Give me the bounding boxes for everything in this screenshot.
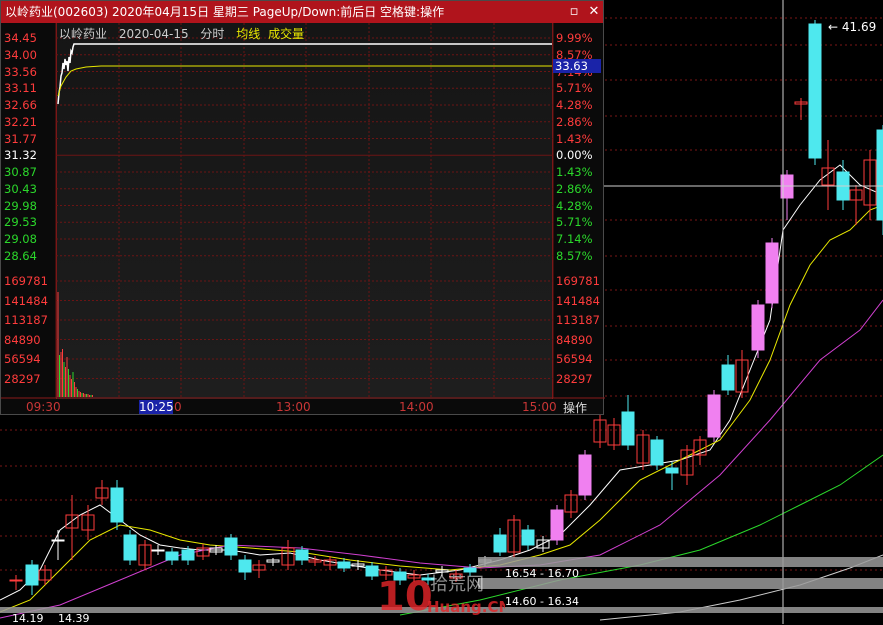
header-date: 2020-04-15 bbox=[118, 27, 189, 41]
kline-min-label-2: 14.39 bbox=[58, 612, 90, 625]
kline-candle bbox=[650, 439, 664, 466]
kline-candle bbox=[238, 559, 252, 573]
intraday-chart bbox=[1, 23, 605, 399]
kline-max-label: ← 41.69 bbox=[828, 20, 877, 34]
time-label-tick: 0 bbox=[174, 400, 182, 414]
operate-button[interactable]: 操作 bbox=[563, 399, 587, 416]
pct-label: 1.43% bbox=[556, 165, 593, 179]
kline-min-label-1: 14.19 bbox=[12, 612, 44, 625]
kline-candle bbox=[165, 551, 179, 561]
price-label: 33.11 bbox=[4, 81, 37, 96]
kline-candle bbox=[9, 579, 23, 582]
volume-label-right: 141484 bbox=[556, 293, 600, 308]
ma-value-label-2: 14.60 - 16.34 bbox=[505, 595, 579, 608]
volume-label: 84890 bbox=[4, 332, 41, 347]
kline-candle bbox=[123, 534, 137, 561]
price-label: 30.87 bbox=[4, 165, 37, 179]
pct-label: 2.86% bbox=[556, 114, 593, 129]
volume-label: 28297 bbox=[4, 371, 41, 386]
watermark-en: Huang.CN bbox=[427, 598, 505, 616]
price-label: 34.00 bbox=[4, 47, 37, 62]
kline-candle bbox=[493, 534, 507, 553]
pct-label: 9.99% bbox=[556, 31, 593, 45]
price-label: 30.43 bbox=[4, 181, 37, 196]
kline-candle bbox=[110, 487, 124, 523]
kline-candle bbox=[808, 23, 822, 159]
pct-label: 7.14% bbox=[556, 232, 593, 246]
cursor-time-tag: 10:25 bbox=[139, 400, 174, 414]
watermark-cn: 拾荒网 bbox=[430, 574, 484, 595]
price-label: 29.98 bbox=[4, 198, 37, 213]
kline-candle bbox=[665, 467, 679, 474]
intraday-popup[interactable]: 以岭药业(002603) 2020年04月15日 星期三 PageUp/Down… bbox=[0, 0, 605, 416]
header-stock-name: 以岭药业 bbox=[59, 27, 108, 41]
volume-label-right: 56594 bbox=[556, 352, 593, 366]
kline-candle bbox=[295, 549, 309, 561]
pct-label: 4.28% bbox=[556, 98, 593, 112]
kline-candle bbox=[337, 561, 351, 569]
kline-candle bbox=[621, 411, 635, 446]
price-label: 28.64 bbox=[4, 248, 37, 263]
price-label: 34.45 bbox=[4, 31, 37, 45]
price-label: 29.08 bbox=[4, 232, 37, 246]
kline-candle bbox=[876, 129, 883, 221]
pct-label: 0.00% bbox=[556, 148, 593, 163]
price-label: 32.66 bbox=[4, 98, 37, 112]
header-mode: 分时 bbox=[200, 27, 225, 41]
volume-label: 169781 bbox=[4, 274, 48, 288]
kline-candle bbox=[721, 364, 735, 391]
volume-label: 141484 bbox=[4, 293, 48, 308]
ma-value-label-1: 16.54 - 16.70 bbox=[505, 567, 579, 580]
price-label: 29.53 bbox=[4, 215, 37, 230]
pct-label: 1.43% bbox=[556, 131, 593, 146]
pct-label: 8.57% bbox=[556, 248, 593, 263]
header-volume: 成交量 bbox=[268, 27, 305, 41]
watermark-logo: 10 拾荒网 Huang.CN bbox=[377, 574, 505, 618]
pct-label: 5.71% bbox=[556, 81, 593, 96]
kline-candle bbox=[751, 304, 765, 351]
volume-label-right: 84890 bbox=[556, 332, 593, 347]
header-avg-line: 均线 bbox=[236, 27, 261, 41]
kline-candle bbox=[521, 529, 535, 546]
time-label-1500: 15:00 bbox=[522, 400, 557, 414]
volume-label: 113187 bbox=[4, 313, 48, 327]
time-label-open: 09:30 bbox=[26, 400, 61, 414]
kline-candle bbox=[578, 454, 592, 496]
price-label: 31.77 bbox=[4, 131, 37, 146]
kline-candle bbox=[550, 509, 564, 541]
volume-label-right: 28297 bbox=[556, 371, 593, 386]
price-label: 33.56 bbox=[4, 64, 37, 79]
current-price-tag: 33.63 bbox=[553, 59, 601, 73]
pct-label: 4.28% bbox=[556, 198, 593, 213]
volume-label: 56594 bbox=[4, 352, 41, 366]
pct-label: 2.86% bbox=[556, 181, 593, 196]
kline-candle bbox=[25, 564, 39, 586]
ma-label-bar-1 bbox=[478, 557, 883, 567]
kline-candle bbox=[51, 539, 65, 542]
time-label-1400: 14:00 bbox=[399, 400, 434, 414]
intraday-header: 以岭药业 2020-04-15 分时 均线 成交量 bbox=[59, 25, 312, 42]
watermark-num: 10 bbox=[377, 574, 433, 618]
time-label-1300: 13:00 bbox=[276, 400, 311, 414]
volume-label-right: 113187 bbox=[556, 313, 600, 327]
price-label: 32.21 bbox=[4, 114, 37, 129]
kline-candle bbox=[151, 549, 165, 552]
price-label: 31.32 bbox=[4, 148, 37, 163]
kline-candle bbox=[224, 537, 238, 556]
pct-label: 5.71% bbox=[556, 215, 593, 230]
kline-candle bbox=[707, 394, 721, 438]
kline-candle bbox=[765, 242, 779, 304]
kline-candle bbox=[181, 549, 195, 561]
volume-label-right: 169781 bbox=[556, 274, 600, 288]
